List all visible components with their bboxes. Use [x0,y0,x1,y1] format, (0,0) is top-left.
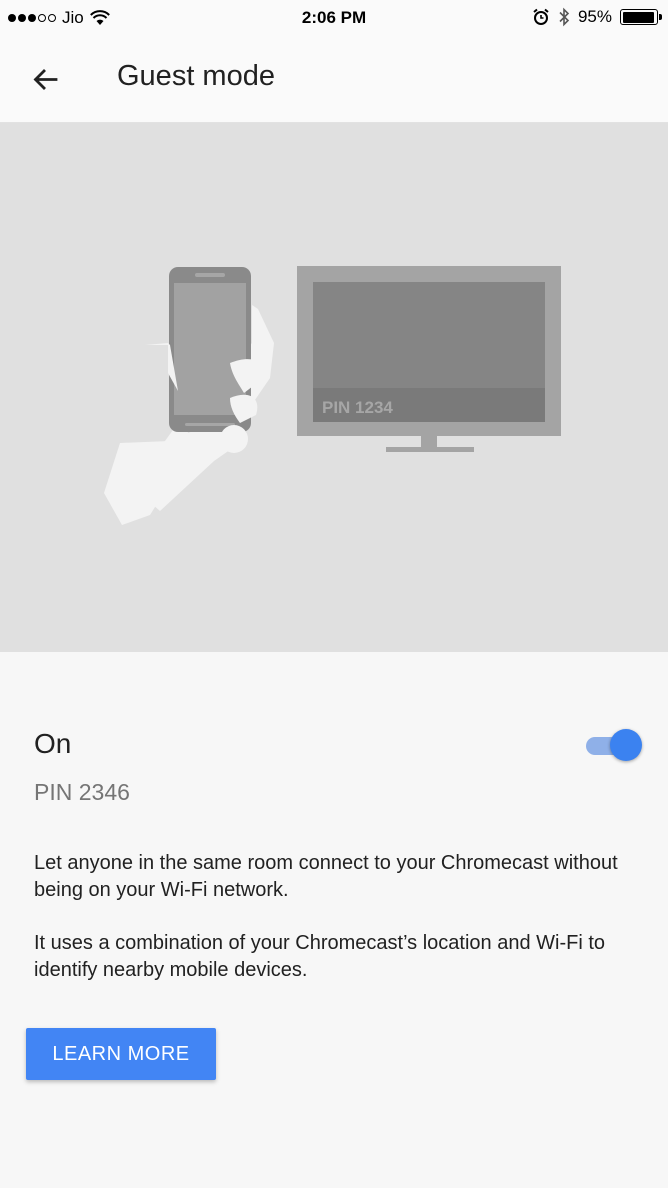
arrow-left-icon [33,69,58,90]
tv-pin-label: PIN 1234 [322,398,393,417]
status-bar: Jio 2:06 PM 95% [0,0,668,36]
hand-with-phone-icon [104,267,274,525]
battery-fill [622,11,654,23]
status-right: 95% [532,7,662,27]
guest-mode-illustration: PIN 1234 [0,123,668,652]
tv-icon [297,266,561,452]
battery-icon [620,9,662,25]
alarm-icon [533,8,549,25]
toggle-thumb [610,729,642,761]
illustration-svg: PIN 1234 [104,266,561,525]
battery-percent: 95% [577,7,612,26]
app-bar: Guest mode [0,36,668,123]
guest-mode-settings: On PIN 2346 Let anyone in the same room … [0,652,668,1188]
bluetooth-icon [559,7,570,27]
description-text: Let anyone in the same room connect to y… [34,852,618,901]
guest-mode-toggle[interactable] [584,728,644,762]
description-text-secondary: It uses a combination of your Chromecast… [34,932,605,981]
back-button[interactable] [26,60,66,100]
guest-mode-status: On [34,728,72,759]
guest-pin: PIN 2346 [34,779,130,805]
learn-more-button[interactable]: LEARN MORE [26,1028,216,1080]
page-title: Guest mode [117,60,275,92]
